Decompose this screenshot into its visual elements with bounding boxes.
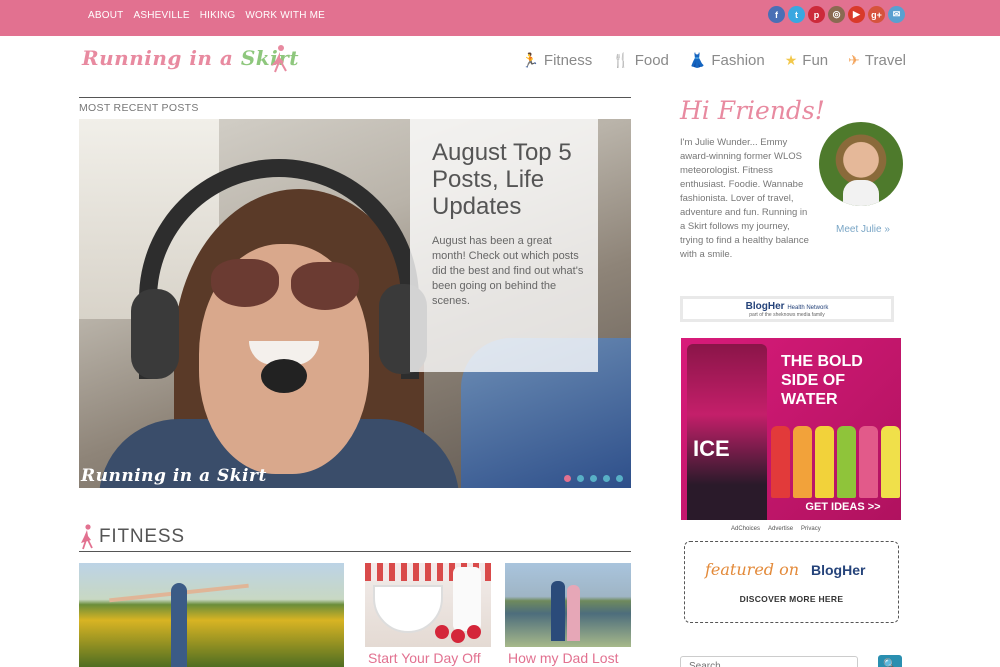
fitness-heading: FITNESS	[79, 524, 185, 550]
social-links: f t p ◎ ▶ g+ ✉	[768, 6, 905, 23]
thumb-cereal-bowl	[373, 585, 443, 633]
blogher-network-banner[interactable]: BlogHer Health Network part of the shekn…	[680, 296, 894, 322]
thumb-person	[567, 585, 580, 641]
slider-dots	[564, 475, 623, 482]
runner-icon: 🏃	[521, 52, 539, 68]
top-nav-work-with-me[interactable]: WORK WITH ME	[245, 10, 325, 21]
email-icon[interactable]: ✉	[888, 6, 905, 23]
fitness-post-thumbnail[interactable]	[79, 563, 344, 667]
runner-icon	[81, 524, 93, 550]
discover-more-link[interactable]: DISCOVER MORE HERE	[685, 594, 898, 604]
sidebar-greeting: Hi Friends!	[680, 96, 825, 125]
google-plus-icon[interactable]: g+	[868, 6, 885, 23]
ad-bottle	[793, 426, 812, 498]
main-nav: 🏃 Fitness 🍴 Food 👗 Fashion ★ Fun ✈ Trave…	[521, 52, 906, 69]
featured-on-blogher-badge[interactable]: featured on BlogHer DISCOVER MORE HERE	[684, 541, 899, 623]
fitness-post-title[interactable]: How my Dad Lost	[508, 650, 618, 666]
blogher-logo: BlogHer Health Network	[746, 301, 829, 312]
ad-cta-button[interactable]: GET IDEAS >>	[793, 498, 893, 516]
slider-dot[interactable]	[577, 475, 584, 482]
ad-product-name: ICE	[693, 436, 730, 461]
fitness-title[interactable]: FITNESS	[99, 526, 185, 548]
fitness-post-thumbnail[interactable]	[365, 563, 491, 647]
meet-julie-link[interactable]: Meet Julie »	[836, 224, 890, 235]
featured-post-slider[interactable]: August Top 5 Posts, Life Updates August …	[79, 119, 631, 488]
nav-travel[interactable]: ✈ Travel	[848, 52, 906, 69]
top-nav-about[interactable]: ABOUT	[88, 10, 123, 21]
facebook-icon[interactable]: f	[768, 6, 785, 23]
nav-label: Travel	[864, 52, 906, 69]
featured-post-excerpt: August has been a great month! Check out…	[432, 235, 584, 307]
thumb-person	[171, 583, 187, 667]
top-bar: ABOUT ASHEVILLE HIKING WORK WITH ME f t …	[0, 0, 1000, 36]
nav-label: Fitness	[543, 52, 593, 69]
hero-image-headset-cup	[131, 289, 179, 379]
fitness-post-title[interactable]: Start Your Day Off	[368, 650, 481, 666]
search-input[interactable]	[680, 656, 858, 667]
thumb-strawberry	[467, 625, 481, 639]
star-icon: ★	[784, 52, 798, 68]
ad-bottle	[771, 426, 790, 498]
ad-headline: THE BOLD SIDE OF WATER	[781, 353, 863, 408]
slider-dot[interactable]	[590, 475, 597, 482]
blogher-brand: BlogHer	[745, 300, 785, 312]
section-label-recent: MOST RECENT POSTS	[79, 102, 199, 114]
thumb-strawberry	[451, 629, 465, 643]
nav-fun[interactable]: ★ Fun	[785, 52, 828, 69]
top-nav-hiking[interactable]: HIKING	[200, 10, 236, 21]
ad-bottle	[859, 426, 878, 498]
avatar[interactable]	[819, 122, 903, 206]
divider	[79, 97, 631, 98]
site-logo[interactable]: Running in a Skirt	[82, 46, 299, 70]
adchoices-link[interactable]: AdChoices	[731, 526, 760, 532]
pinterest-icon[interactable]: p	[808, 6, 825, 23]
privacy-link[interactable]: Privacy	[801, 526, 821, 532]
ad-bottles	[771, 426, 900, 498]
nav-label: Fun	[802, 52, 829, 69]
blogher-tag: Health Network	[787, 304, 829, 311]
runner-logo-icon	[271, 45, 287, 73]
avatar-body	[843, 180, 879, 206]
ad-bottle	[815, 426, 834, 498]
slider-dot[interactable]	[564, 475, 571, 482]
fitness-post-thumbnail[interactable]	[505, 563, 631, 647]
plane-icon: ✈	[848, 52, 860, 68]
thumb-milk-bottle	[453, 567, 481, 631]
nav-label: Food	[634, 52, 669, 69]
featured-post-overlay[interactable]: August Top 5 Posts, Life Updates August …	[410, 119, 598, 372]
top-nav: ABOUT ASHEVILLE HIKING WORK WITH ME	[88, 10, 325, 21]
divider	[79, 551, 631, 552]
ad-bottle	[881, 426, 900, 498]
ad-can-image	[687, 344, 767, 520]
top-nav-asheville[interactable]: ASHEVILLE	[133, 10, 189, 21]
nav-fashion[interactable]: 👗 Fashion	[689, 52, 765, 69]
thumb-strawberry	[435, 625, 449, 639]
twitter-icon[interactable]: t	[788, 6, 805, 23]
thumb-person	[551, 581, 565, 641]
slider-dot[interactable]	[603, 475, 610, 482]
logo-text-running: Running in a	[82, 46, 241, 70]
youtube-icon[interactable]: ▶	[848, 6, 865, 23]
ad-bottle	[837, 426, 856, 498]
blogher-logo: BlogHer	[811, 562, 866, 578]
featured-on-text: featured on	[705, 560, 800, 579]
utensils-icon: 🍴	[612, 52, 630, 68]
slider-dot[interactable]	[616, 475, 623, 482]
hero-image-microphone	[261, 359, 307, 393]
nav-food[interactable]: 🍴 Food	[612, 52, 669, 69]
instagram-icon[interactable]: ◎	[828, 6, 845, 23]
nav-fitness[interactable]: 🏃 Fitness	[521, 52, 592, 69]
search-button[interactable]: 🔍	[878, 655, 902, 667]
blogher-subtitle: part of the sheknows media family	[749, 311, 825, 318]
nav-label: Fashion	[711, 52, 765, 69]
sparkling-ice-ad[interactable]: ICE THE BOLD SIDE OF WATER GET IDEAS >>	[681, 338, 901, 520]
advertise-link[interactable]: Advertise	[768, 526, 793, 532]
image-watermark: Running in a Skirt	[81, 466, 267, 486]
dress-icon: 👗	[688, 52, 707, 68]
author-bio: I'm Julie Wunder... Emmy award-winning f…	[680, 137, 809, 260]
ad-footer: AdChoices Advertise Privacy	[731, 526, 821, 532]
featured-post-title[interactable]: August Top 5 Posts, Life Updates	[432, 139, 584, 220]
